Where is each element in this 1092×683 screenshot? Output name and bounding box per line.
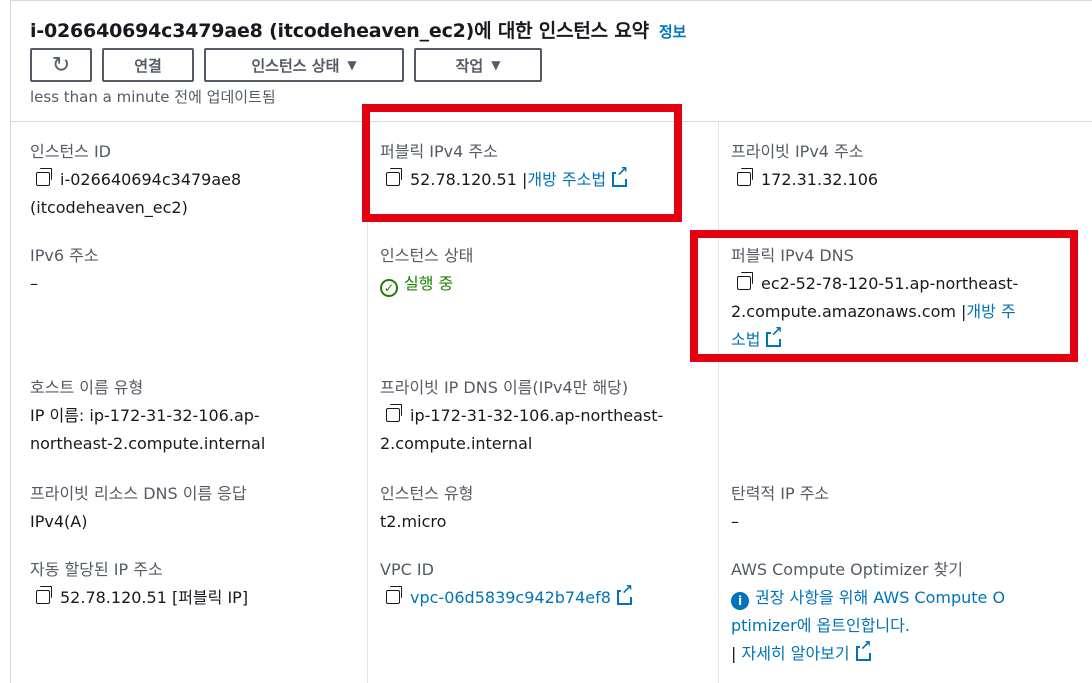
optimizer-opt-in-link[interactable]: ptimizer에 옵트인합니다. <box>731 612 1005 640</box>
resource-dns-field: 프라이빗 리소스 DNS 이름 응답 IPv4(A) <box>30 484 247 531</box>
check-circle-icon: ✓ <box>380 279 398 297</box>
instance-type-field: 인스턴스 유형 t2.micro <box>380 484 474 531</box>
auto-ip-field: 자동 할당된 IP 주소 52.78.120.51 [퍼블릭 IP] <box>30 560 249 607</box>
copy-icon[interactable] <box>36 168 52 186</box>
refresh-button[interactable]: ↻ <box>30 48 92 82</box>
instance-id-field: 인스턴스 ID i-026640694c3479ae8 (itcodeheave… <box>30 142 242 217</box>
caret-down-icon: ▼ <box>347 58 357 72</box>
last-updated-text: less than a minute 전에 업데이트됨 <box>30 88 276 106</box>
highlight-box-public-dns <box>690 230 1078 362</box>
copy-icon[interactable] <box>737 168 753 186</box>
vpc-id-field: VPC ID vpc-06d5839c942b74ef8 <box>380 556 633 612</box>
vpc-link[interactable]: vpc-06d5839c942b74ef8 <box>410 588 611 607</box>
copy-icon[interactable] <box>386 404 402 422</box>
toolbar: ↻ 연결 인스턴스 상태 ▼ 작업 ▼ <box>30 48 552 82</box>
optimizer-opt-in-link[interactable]: i 권장 사항을 위해 AWS Compute O <box>731 584 1005 612</box>
info-link[interactable]: 정보 <box>659 23 686 41</box>
column-divider <box>718 122 719 683</box>
elastic-ip-field: 탄력적 IP 주소 – <box>731 484 830 531</box>
highlight-box-public-ipv4 <box>362 104 682 222</box>
caret-down-icon: ▼ <box>491 58 501 72</box>
status-running: ✓ 실행 중 <box>380 270 473 298</box>
external-link-icon[interactable] <box>855 639 872 661</box>
private-dns-field: 프라이빗 IP DNS 이름(IPv4만 해당) ip-172-31-32-10… <box>380 378 664 453</box>
copy-icon[interactable] <box>386 586 402 604</box>
ipv6-field: IPv6 주소 – <box>30 246 99 293</box>
actions-dropdown[interactable]: 작업 ▼ <box>414 48 542 82</box>
refresh-icon: ↻ <box>51 52 71 78</box>
instance-state-field: 인스턴스 상태 ✓ 실행 중 <box>380 242 473 298</box>
external-link-icon[interactable] <box>616 583 633 605</box>
optimizer-field: AWS Compute Optimizer 찾기 i 권장 사항을 위해 AWS … <box>731 556 1005 668</box>
learn-more-link[interactable]: 자세히 알아보기 <box>741 644 849 663</box>
page-title: i-026640694c3479ae8 (itcodeheaven_ec2)에 … <box>30 20 687 42</box>
copy-icon[interactable] <box>36 586 52 604</box>
instance-state-dropdown[interactable]: 인스턴스 상태 ▼ <box>204 48 404 82</box>
private-ipv4-field: 프라이빗 IPv4 주소 172.31.32.106 <box>731 142 879 189</box>
info-icon: i <box>731 592 749 610</box>
hostname-type-field: 호스트 이름 유형 IP 이름: ip-172-31-32-106.ap- no… <box>30 378 266 453</box>
connect-button[interactable]: 연결 <box>102 48 194 82</box>
